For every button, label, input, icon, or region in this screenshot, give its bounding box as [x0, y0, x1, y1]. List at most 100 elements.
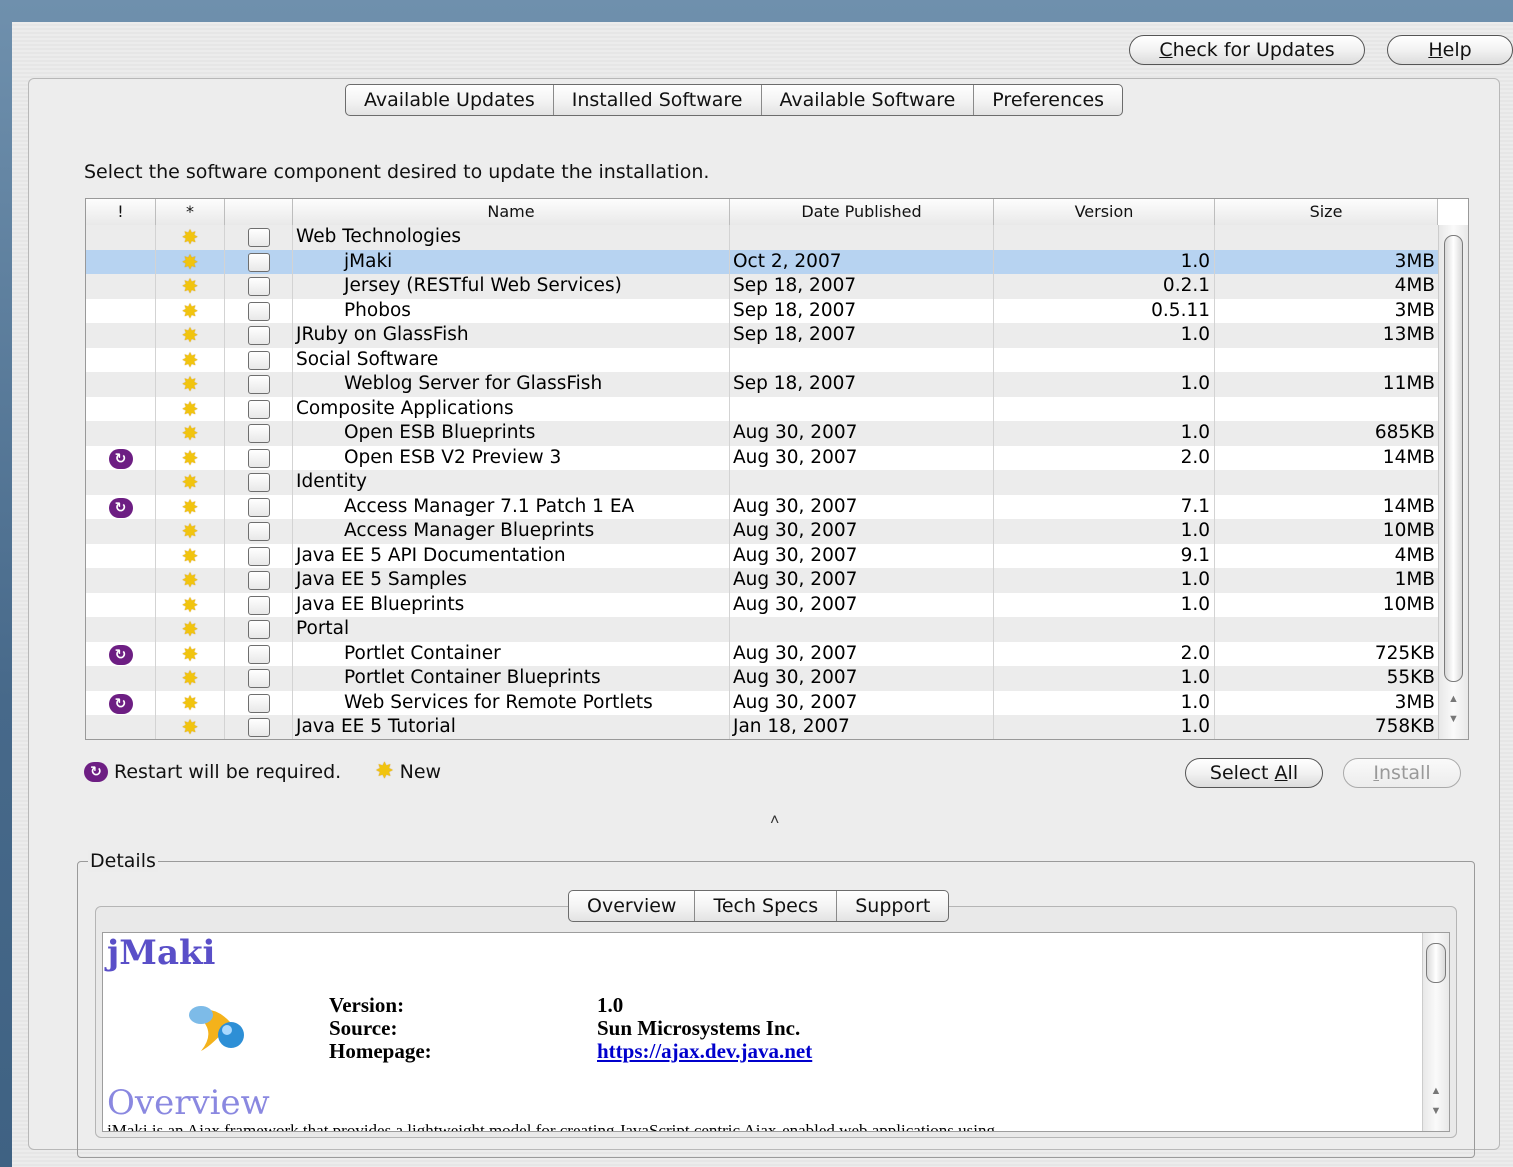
check-for-updates-button[interactable]: Check for Updates [1129, 35, 1365, 65]
row-checkbox[interactable] [247, 595, 270, 615]
install-label: nstall [1379, 762, 1431, 784]
row-checkbox[interactable] [247, 350, 270, 370]
header-size[interactable]: Size [1215, 199, 1438, 225]
table-row[interactable]: ✸ Phobos Sep 18, 2007 0.5.11 3MB [86, 298, 1438, 323]
row-checkbox[interactable] [247, 424, 270, 443]
table-row[interactable]: ✸ Java EE 5 Samples Aug 30, 2007 1.0 1MB [86, 568, 1438, 593]
row-checkbox[interactable] [247, 277, 270, 296]
row-checkbox[interactable] [247, 473, 270, 492]
row-checkbox[interactable] [247, 644, 270, 664]
version-cell [994, 617, 1215, 642]
tab-overview[interactable]: Overview [569, 891, 696, 921]
header-checkbox[interactable] [225, 199, 293, 225]
details-scroll-up-arrow[interactable]: ▲ [1423, 1085, 1449, 1097]
new-star-icon: ✸ [181, 347, 199, 372]
table-body: ✸ Web Technologies ✸ jMaki Oct 2, 2007 1.0 3MB… [86, 225, 1438, 739]
table-row[interactable]: ✸ Composite Applications [86, 396, 1438, 422]
header-version[interactable]: Version [994, 199, 1215, 225]
header-restart[interactable]: ! [86, 199, 156, 225]
restart-cell [86, 372, 156, 397]
table-scrollbar[interactable]: ▲ ▼ [1438, 225, 1468, 739]
table-row[interactable]: ✸ Open ESB Blueprints Aug 30, 2007 1.0 685KB [86, 421, 1438, 446]
date-cell: Sep 18, 2007 [730, 372, 994, 397]
checkbox-cell [225, 323, 293, 348]
row-checkbox[interactable] [247, 522, 270, 541]
details-scroll-down-arrow[interactable]: ▼ [1423, 1105, 1449, 1117]
table-row[interactable]: ✸ Java EE Blueprints Aug 30, 2007 1.0 10MB [86, 592, 1438, 617]
row-checkbox[interactable] [247, 252, 270, 272]
row-checkbox[interactable] [247, 571, 270, 590]
details-scroll-thumb[interactable] [1426, 943, 1446, 983]
table-row[interactable]: ✸ JRuby on GlassFish Sep 18, 2007 1.0 13MB [86, 323, 1438, 348]
row-checkbox[interactable] [247, 399, 270, 419]
table-row[interactable]: ↻ ✸ Portlet Container Aug 30, 2007 2.0 725KB [86, 641, 1438, 666]
legend-restart-label: Restart will be required. [114, 761, 342, 783]
table-row[interactable]: ✸ Web Technologies [86, 225, 1438, 250]
tab-available-software[interactable]: Available Software [762, 85, 975, 115]
size-cell [1215, 225, 1438, 250]
table-row[interactable]: ✸ Identity [86, 470, 1438, 495]
table-row[interactable]: ✸ Jersey (RESTful Web Services) Sep 18, 20… [86, 274, 1438, 299]
overview-heading: Overview [107, 1083, 270, 1123]
table-row[interactable]: ↻ ✸ Access Manager 7.1 Patch 1 EA Aug 30, 2… [86, 494, 1438, 519]
help-button[interactable]: Help [1387, 35, 1513, 65]
checkbox-cell [225, 617, 293, 642]
name-cell: JRuby on GlassFish [293, 323, 730, 348]
table-row[interactable]: ✸ Portal [86, 617, 1438, 642]
row-checkbox[interactable] [247, 497, 270, 517]
tab-available-updates[interactable]: Available Updates [346, 85, 554, 115]
source-label: Source: [329, 1016, 398, 1040]
version-cell: 1.0 [994, 666, 1215, 691]
row-checkbox[interactable] [247, 228, 270, 247]
size-cell [1215, 348, 1438, 373]
table-row[interactable]: ↻ ✸ Web Services for Remote Portlets Aug 30… [86, 690, 1438, 715]
scroll-up-arrow[interactable]: ▲ [1439, 693, 1468, 705]
table-row[interactable]: ✸ Access Manager Blueprints Aug 30, 2007 1.… [86, 519, 1438, 544]
table-scroll-thumb[interactable] [1444, 235, 1463, 682]
tab-tech-specs[interactable]: Tech Specs [695, 891, 838, 921]
version-cell: 1.0 [994, 323, 1215, 348]
row-checkbox[interactable] [247, 693, 270, 713]
table-row[interactable]: ✸ Portlet Container Blueprints Aug 30, 200… [86, 666, 1438, 691]
row-checkbox[interactable] [247, 375, 270, 394]
select-all-button[interactable]: Select All [1185, 758, 1323, 788]
details-scrollbar[interactable]: ▲ ▼ [1422, 933, 1449, 1131]
row-checkbox[interactable] [247, 301, 270, 321]
new-cell: ✸ [156, 690, 225, 715]
date-cell [730, 347, 994, 372]
splitter-handle-icon[interactable]: ˄ [770, 812, 779, 830]
row-checkbox[interactable] [247, 620, 270, 639]
tab-installed-software[interactable]: Installed Software [554, 85, 762, 115]
version-cell: 0.2.1 [994, 274, 1215, 299]
row-checkbox[interactable] [247, 546, 270, 566]
restart-cell [86, 396, 156, 421]
table-row[interactable]: ✸ Java EE 5 API Documentation Aug 30, 2007… [86, 543, 1438, 568]
tab-support[interactable]: Support [837, 891, 948, 921]
size-cell [1215, 397, 1438, 422]
table-row[interactable]: ↻ ✸ Open ESB V2 Preview 3 Aug 30, 2007 2.0 14… [86, 445, 1438, 470]
header-name[interactable]: Name [293, 199, 730, 225]
row-checkbox[interactable] [247, 448, 270, 468]
version-label: Version: [329, 993, 405, 1017]
homepage-link[interactable]: https://ajax.dev.java.net [597, 1039, 812, 1064]
version-cell: 1.0 [994, 592, 1215, 617]
header-date-published[interactable]: Date Published [730, 199, 994, 225]
row-checkbox[interactable] [247, 718, 270, 737]
table-row[interactable]: ✸ Java EE 5 Tutorial Jan 18, 2007 1.0 758KB [86, 715, 1438, 739]
tab-preferences[interactable]: Preferences [974, 85, 1122, 115]
new-star-icon: ✸ [181, 592, 199, 617]
header-new[interactable]: * [156, 199, 225, 225]
row-checkbox[interactable] [247, 326, 270, 345]
date-cell: Aug 30, 2007 [730, 494, 994, 519]
row-checkbox[interactable] [247, 669, 270, 688]
new-cell: ✸ [156, 666, 225, 691]
details-title: jMaki [107, 933, 216, 973]
restart-cell: ↻ [86, 641, 156, 666]
table-row[interactable]: ✸ Social Software [86, 347, 1438, 373]
install-button[interactable]: Install [1343, 758, 1461, 788]
scroll-down-arrow[interactable]: ▼ [1439, 713, 1468, 725]
checkbox-cell [225, 225, 293, 250]
table-row[interactable]: ✸ jMaki Oct 2, 2007 1.0 3MB [86, 249, 1438, 274]
table-row[interactable]: ✸ Weblog Server for GlassFish Sep 18, 2007… [86, 372, 1438, 397]
version-cell: 1.0 [994, 421, 1215, 446]
